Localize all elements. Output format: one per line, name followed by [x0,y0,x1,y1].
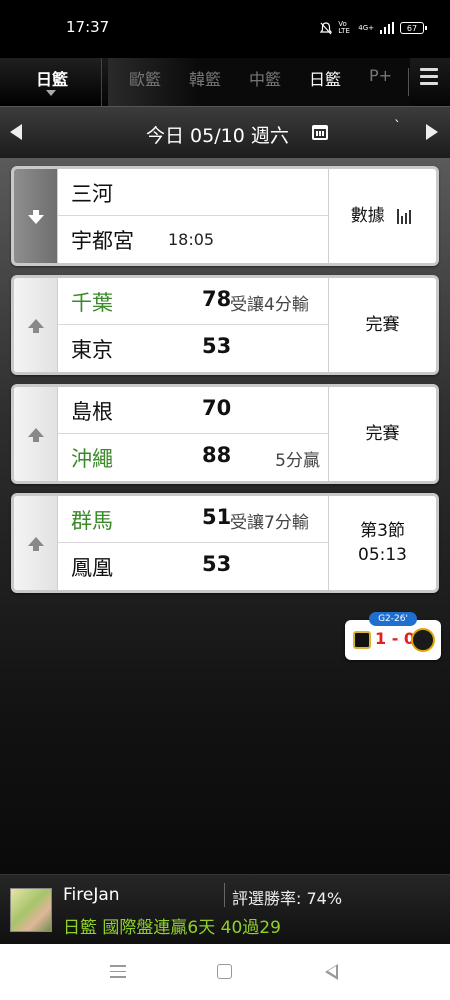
game-card[interactable]: 島根 70 沖繩 88 5分贏 完賽 [11,384,439,484]
game-status-label: 完賽 [365,315,400,335]
team-name: 東京 [71,338,113,362]
team-name: 島根 [71,400,113,424]
signal-icon [380,22,394,34]
battery-icon: 67 [400,22,427,34]
team-name: 千葉 [71,291,113,315]
tab-divider [408,68,409,96]
team-logo [353,631,371,649]
arrow-up-icon [28,319,44,333]
tab-japan-basketball[interactable]: 日籃 [309,66,341,90]
game-row-team1: 群馬 51 受讓7分輸 [58,496,328,543]
team-score: 78 [202,287,232,311]
arrow-down-icon [28,210,44,224]
tab-korea-basketball[interactable]: 韓籃 [189,66,221,90]
game-status-label: 完賽 [365,424,400,444]
avatar[interactable] [10,888,52,932]
recent-apps-icon[interactable] [110,965,126,978]
game-status[interactable]: 完賽 [328,278,436,372]
user-bar-divider [224,883,225,907]
game-card[interactable]: 千葉 78 受讓4分輸 東京 53 完賽 [11,275,439,375]
game-status[interactable]: 第3節 05:13 [328,496,436,590]
league-tab-bar: 日籃 歐籃 韓籃 中籃 日籃 P+ [0,58,450,106]
game-card-toggle[interactable] [14,387,58,481]
team-score: 51 [202,505,232,529]
home-icon[interactable] [217,964,232,979]
team-score: 88 [202,443,232,467]
chevron-down-icon [46,90,56,96]
game-list: 三河 宇都宮 18:05 數據 千葉 78 受讓4分輸 東京 53 完賽 島根 … [0,158,450,874]
live-score-widget[interactable]: 1 - 0 G2-26' [345,612,441,660]
game-row-team2: 鳳凰 53 [58,543,328,590]
game-card[interactable]: 群馬 51 受讓7分輸 鳳凰 53 第3節 05:13 [11,493,439,593]
4g-signal-icon: 4G+ [358,24,374,32]
status-time: 17:37 [66,18,110,36]
current-date-label[interactable]: 今日 05/10 週六 [146,121,289,148]
user-bar[interactable]: FireJan 評選勝率: 74% 日籃 國際盤連贏6天 40過29 [0,874,450,944]
previous-day-icon[interactable] [10,124,22,140]
stats-bars-icon [397,209,412,224]
team-logo [411,628,435,652]
game-row-team1: 島根 70 [58,387,328,434]
date-navigation-bar: 今日 05/10 週六 ` [0,106,450,158]
game-period-label: 第3節 [360,521,405,541]
game-status[interactable]: 完賽 [328,387,436,481]
game-card-toggle[interactable] [14,169,58,263]
live-score-box: 1 - 0 [345,620,441,660]
next-day-icon[interactable] [426,124,438,140]
game-card-toggle[interactable] [14,278,58,372]
team-name: 宇都宮 [71,229,134,253]
back-icon[interactable] [325,964,338,980]
kickoff-time: 18:05 [168,230,215,249]
handicap-result: 受讓7分輸 [230,513,309,533]
team-name: 三河 [71,182,113,206]
tab-active-label: 日籃 [36,70,69,89]
team-score: 70 [202,396,232,420]
mute-icon [320,21,333,34]
game-row-team2: 東京 53 [58,325,328,372]
game-row-team2: 沖繩 88 5分贏 [58,434,328,481]
live-score: 1 - 0 [375,629,416,648]
game-row-team2: 宇都宮 18:05 [58,216,328,263]
system-navigation-bar [0,944,450,1000]
user-record: 日籃 國際盤連贏6天 40過29 [63,918,281,938]
game-row-team1: 三河 [58,169,328,216]
team-score: 53 [202,552,232,576]
game-row-team1: 千葉 78 受讓4分輸 [58,278,328,325]
live-minute-badge: G2-26' [369,612,417,626]
tab-euro-basketball[interactable]: 歐籃 [129,66,161,90]
tab-china-basketball[interactable]: 中籃 [249,66,281,90]
user-win-rate: 評選勝率: 74% [232,889,343,908]
menu-icon[interactable] [420,68,438,88]
tab-active-league[interactable]: 日籃 [0,58,102,106]
arrow-up-icon [28,428,44,442]
handicap-result: 5分贏 [275,451,320,471]
game-stats-button[interactable]: 數據 [328,169,436,263]
game-card-toggle[interactable] [14,496,58,590]
team-name: 鳳凰 [71,556,113,580]
user-name: FireJan [63,885,120,905]
team-name: 群馬 [71,509,113,533]
handicap-result: 受讓4分輸 [230,295,309,315]
status-icons: Vo LTE 4G+ 67 [320,20,427,36]
arrow-up-icon [28,537,44,551]
team-score: 53 [202,334,232,358]
volte-icon: Vo LTE [338,20,350,35]
calendar-icon[interactable] [312,125,328,140]
date-extra-mark: ` [394,119,401,135]
team-name: 沖繩 [71,447,113,471]
game-card[interactable]: 三河 宇都宮 18:05 數據 [11,166,439,266]
game-clock: 05:13 [358,545,407,565]
game-status-label: 數據 [350,206,385,226]
tab-p-plus[interactable]: P+ [369,66,392,85]
league-tab-scroller[interactable]: 歐籃 韓籃 中籃 日籃 P+ [108,58,410,106]
status-bar: 17:37 Vo LTE 4G+ 67 [0,0,450,58]
